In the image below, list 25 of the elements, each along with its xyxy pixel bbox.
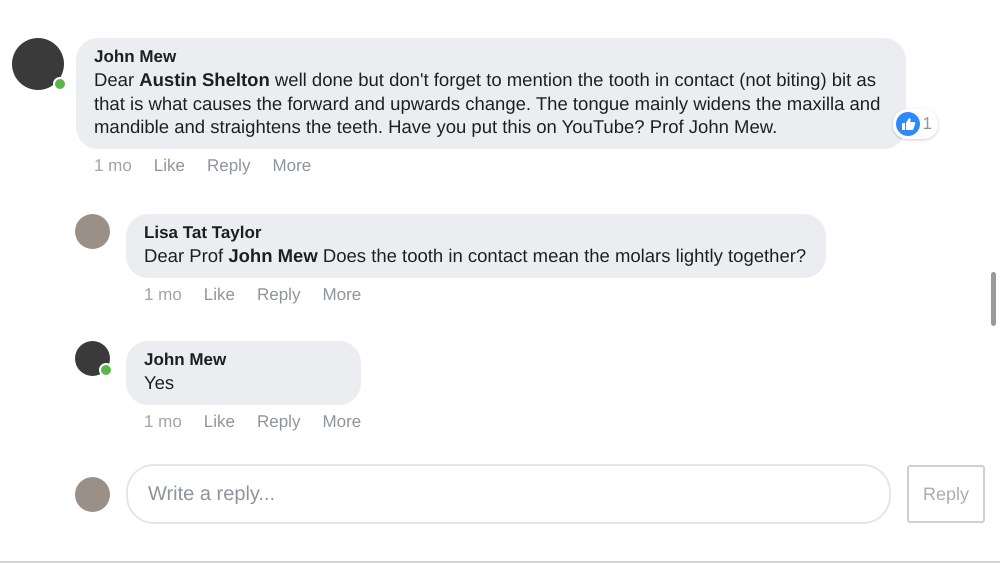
comment-text: Dear Prof John Mew Does the tooth in contact mean the molars lightly together?	[144, 244, 806, 268]
avatar-placeholder	[75, 214, 110, 249]
comment-time: 1 mo	[144, 284, 182, 306]
reply-input-field[interactable]: Write a reply...	[126, 464, 891, 524]
action-link[interactable]: Like	[204, 408, 235, 434]
author-name[interactable]: John Mew	[94, 46, 886, 68]
action-link[interactable]: Reply	[256, 408, 300, 434]
scrollbar-thumb[interactable]	[991, 272, 996, 326]
author-name[interactable]: John Mew	[144, 349, 342, 371]
action-link[interactable]: Reply	[206, 152, 250, 178]
action-link[interactable]: Like	[154, 152, 185, 178]
comment-time: 1 mo	[94, 154, 132, 176]
action-link[interactable]: Reply	[256, 282, 300, 307]
reply-button[interactable]: Reply	[907, 465, 985, 523]
action-link[interactable]: More	[322, 282, 362, 307]
comment-time: 1 mo	[144, 410, 182, 432]
author-name[interactable]: Lisa Tat Taylor	[144, 222, 806, 244]
thumbs-up-icon	[896, 112, 920, 136]
action-link[interactable]: Like	[204, 282, 235, 307]
action-link[interactable]: More	[322, 408, 362, 434]
avatar-placeholder	[75, 476, 110, 512]
comment-text: Dear Austin Shelton well done but don't forget to mention the tooth in contact (not biting) bit as that is what causes the forward and upwards change. The tongue mainly widens the maxilla and mandible and straightens the teeth. Have you put this on YouTube? Prof John Mew.	[94, 68, 882, 138]
reaction-count: 1	[922, 113, 932, 135]
action-link[interactable]: More	[272, 152, 312, 178]
comment-text: Yes	[144, 371, 176, 394]
